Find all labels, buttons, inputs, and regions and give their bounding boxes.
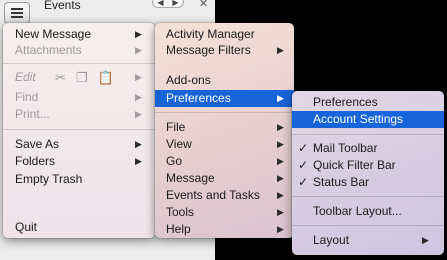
submenu-arrow-icon: ▶ [277,122,284,132]
menu-item-new-message[interactable]: New Message ▶ [3,26,155,43]
menu-item-label: Quit [15,220,38,234]
menu-item-activity-manager[interactable]: Activity Manager [155,26,294,43]
submenu-arrow-icon: ▶ [135,72,142,82]
menu-item-label: Tools [166,205,195,219]
menu-item-label: Preferences [313,95,378,109]
tab-scroll-buttons[interactable]: ◀ ▶ [152,0,184,8]
menu-item-label: Folders [15,154,56,168]
menu-item-folders[interactable]: Folders ▶ [3,153,155,170]
menu-item-file[interactable]: File ▶ [155,119,294,136]
menu-item-label: Attachments [15,43,82,57]
checkmark-icon: ✓ [298,141,309,155]
submenu-arrow-icon: ▶ [277,207,284,217]
menu-item-tools[interactable]: Tools ▶ [155,204,294,221]
menu-item-label: File [166,120,186,134]
menu-item-layout[interactable]: Layout ▶ [292,232,444,249]
menu-item-preferences-dialog[interactable]: Preferences [292,94,444,111]
menu-item-label: Help [166,222,191,236]
menu-item-add-ons[interactable]: Add-ons [155,72,294,89]
menu-item-label: Empty Trash [15,172,83,186]
menu-item-label: Mail Toolbar [313,141,378,155]
submenu-arrow-icon: ▶ [277,224,284,234]
menu-item-message[interactable]: Message ▶ [155,170,294,187]
close-icon[interactable]: ✕ [199,0,208,10]
menu-item-edit[interactable]: Edit ✂ ❐ 📋 ▶ [3,69,155,86]
app-main-menu: New Message ▶ Attachments ▶ Edit ✂ ❐ 📋 ▶… [3,23,155,238]
tools-submenu: Activity Manager Message Filters ▶ Add-o… [155,23,294,238]
menu-item-label: Status Bar [313,175,370,189]
menu-item-label: Quick Filter Bar [313,158,396,172]
cut-icon[interactable]: ✂ [55,69,66,86]
menu-item-help[interactable]: Help ▶ [155,221,294,238]
submenu-arrow-icon: ▶ [135,45,142,55]
menu-item-view[interactable]: View ▶ [155,136,294,153]
submenu-arrow-icon: ▶ [135,139,142,149]
paste-icon[interactable]: 📋 [98,69,114,86]
menu-item-label: Events and Tasks [166,188,260,202]
menu-item-label: Find [15,90,39,104]
menu-item-attachments[interactable]: Attachments ▶ [3,42,155,59]
menu-separator [292,134,444,135]
menu-item-events-and-tasks[interactable]: Events and Tasks ▶ [155,187,294,204]
copy-icon[interactable]: ❐ [76,69,88,86]
menu-item-label: Print... [15,107,50,121]
menu-item-label: Message [166,171,215,185]
menu-item-quick-filter-bar[interactable]: ✓ Quick Filter Bar [292,157,444,174]
menu-item-label: Activity Manager [166,27,255,41]
submenu-arrow-icon: ▶ [422,235,429,245]
menu-item-label: Go [166,154,183,168]
menu-separator [3,63,155,64]
tab-title[interactable]: Events [44,0,81,12]
menu-item-label: Message Filters [166,43,251,57]
menu-item-label: Edit [15,70,36,84]
submenu-arrow-icon: ▶ [277,45,284,55]
hamburger-icon-bar [11,16,23,18]
submenu-arrow-icon: ▶ [135,156,142,166]
menu-item-print[interactable]: Print... ▶ [3,106,155,123]
checkmark-icon: ✓ [298,158,309,172]
hamburger-icon [11,8,23,10]
scroll-left-icon[interactable]: ◀ [157,0,163,7]
menu-separator [155,112,294,113]
menu-item-label: New Message [15,27,92,41]
app-menu-button[interactable] [4,2,30,24]
submenu-arrow-icon: ▶ [277,93,284,103]
menu-item-toolbar-layout[interactable]: Toolbar Layout... [292,203,444,220]
menu-item-label: View [166,137,192,151]
menu-item-empty-trash[interactable]: Empty Trash [3,171,155,188]
submenu-arrow-icon: ▶ [135,29,142,39]
submenu-arrow-icon: ▶ [135,92,142,102]
submenu-arrow-icon: ▶ [277,139,284,149]
menu-item-account-settings[interactable]: Account Settings [292,111,444,128]
menu-item-go[interactable]: Go ▶ [155,153,294,170]
hamburger-icon-bar [11,12,23,14]
menu-item-label: Save As [15,137,60,151]
menu-item-label: Preferences [166,91,231,105]
menu-item-preferences[interactable]: Preferences ▶ [155,90,294,107]
menu-item-label: Add-ons [166,73,211,87]
menu-item-label: Layout [313,233,350,247]
submenu-arrow-icon: ▶ [135,109,142,119]
menu-separator [3,129,155,130]
menu-separator [292,196,444,197]
menu-item-message-filters[interactable]: Message Filters ▶ [155,42,294,59]
scroll-right-icon[interactable]: ▶ [172,0,178,7]
menu-item-label: Toolbar Layout... [313,204,402,218]
menu-item-mail-toolbar[interactable]: ✓ Mail Toolbar [292,140,444,157]
submenu-arrow-icon: ▶ [277,190,284,200]
menu-separator [292,225,444,226]
submenu-arrow-icon: ▶ [277,156,284,166]
edit-icons: ✂ ❐ 📋 [55,69,114,86]
menu-item-find[interactable]: Find ▶ [3,89,155,106]
menu-item-quit[interactable]: Quit [3,219,155,236]
menu-item-label: Account Settings [313,112,404,126]
menu-item-save-as[interactable]: Save As ▶ [3,136,155,153]
checkmark-icon: ✓ [298,175,309,189]
menu-item-status-bar[interactable]: ✓ Status Bar [292,174,444,191]
submenu-arrow-icon: ▶ [277,173,284,183]
preferences-submenu: Preferences Account Settings ✓ Mail Tool… [292,91,444,255]
